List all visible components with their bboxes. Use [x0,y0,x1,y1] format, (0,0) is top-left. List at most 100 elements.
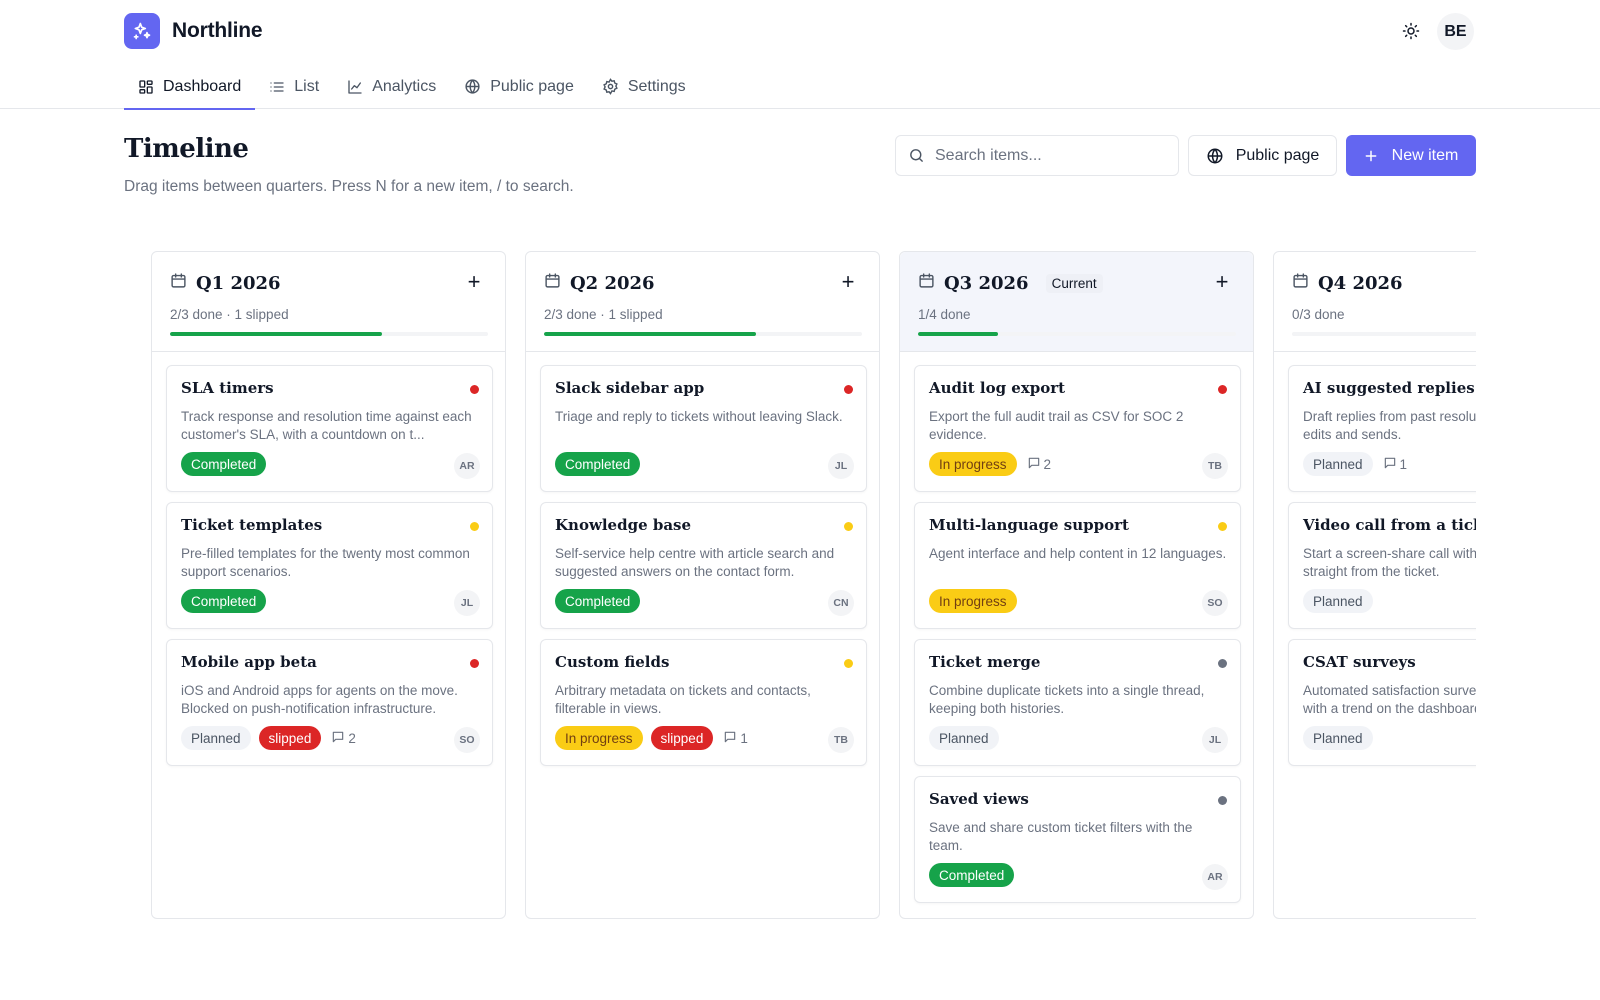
new-item-button[interactable]: New item [1346,135,1476,176]
globe-icon [1207,148,1223,163]
analytics-icon [348,79,362,94]
priority-dot [470,385,479,394]
app-header: Northline BE Dashboard List Analytics Pu… [0,0,1600,110]
card-title: Saved views [929,790,1029,808]
tab-label: Dashboard [163,77,242,95]
tab-settings[interactable]: Settings [588,64,700,109]
comment-icon [331,730,345,747]
calendar-icon [170,272,187,294]
card-title: Ticket templates [181,516,323,534]
add-item-plus-icon[interactable]: + [463,269,485,294]
timeline-board: Q1 2026 +2/3 done · 1 slipped SLA timers Tr… [151,251,1476,921]
comment-icon [723,730,737,747]
column-title-row: Q3 2026 Current [918,272,1103,294]
roadmap-card[interactable]: Custom fields Arbitrary metadata on ticke… [540,639,867,766]
search-icon [910,149,923,162]
comment-count: 2 [331,730,356,747]
status-badge: In progress [929,452,1017,476]
roadmap-card[interactable]: Knowledge base Self-service help centre w… [540,502,867,629]
column-meta: 2/3 done · 1 slipped [170,307,289,322]
page-subtitle: Drag items between quarters. Press N for… [124,178,574,195]
slipped-badge: slipped [258,726,322,750]
status-badge: Completed [929,863,1015,887]
plus-icon [1365,150,1377,161]
globe-icon [465,79,480,94]
quarter-column: Q4 2026+0/3 done AI suggested replies Draf… [1273,251,1476,919]
assignee-avatar: TB [1202,453,1228,479]
priority-dot [844,522,853,531]
card-footer: Completed [555,452,641,476]
roadmap-card[interactable]: Ticket merge Combine duplicate tickets in… [914,639,1241,766]
card-description: Triage and reply to tickets without leav… [555,409,843,424]
card-title: CSAT surveys [1303,653,1416,671]
calendar-icon [1292,272,1309,294]
comment-count-value: 1 [1399,456,1408,472]
quarter-column: Q2 2026 +2/3 done · 1 slipped Slack sideba… [525,251,880,919]
comment-icon [1027,456,1041,473]
brand[interactable]: Northline [124,13,263,49]
tab-label: Settings [627,77,686,95]
tab-label: Public page [490,77,574,95]
card-description: Agent interface and help content in 12 l… [929,546,1227,561]
tab-dashboard[interactable]: Dashboard [124,64,256,110]
card-footer: In progress slipped 1 [555,726,748,750]
assignee-avatar: CN [828,590,854,616]
assignee-avatar: JL [1202,727,1228,753]
column-title-row: Q1 2026 [170,272,281,294]
priority-dot [844,659,853,668]
card-footer: Planned [1303,726,1373,750]
comment-count: 2 [1027,456,1051,473]
priority-dot [470,659,479,668]
card-footer: Completed [929,863,1015,887]
assignee-avatar: TB [828,727,854,753]
column-meta: 0/3 done [1292,307,1345,322]
roadmap-card[interactable]: SLA timers Track response and resolution … [166,365,493,492]
roadmap-card[interactable]: AI suggested replies Draft replies from p… [1288,365,1476,492]
tab-analytics[interactable]: Analytics [333,64,450,109]
progress-bar [918,332,1236,336]
user-avatar[interactable]: BE [1437,13,1474,50]
card-title: Mobile app beta [181,653,317,671]
theme-toggle-sun-icon[interactable] [1396,16,1426,46]
add-item-plus-icon[interactable]: + [1211,269,1233,294]
dashboard-icon [139,79,153,94]
progress-fill [544,332,757,336]
roadmap-card[interactable]: Saved views Save and share custom ticket … [914,776,1241,903]
priority-dot [1218,659,1227,668]
status-badge: Planned [1303,726,1373,750]
card-title: Video call from a ticket [1303,516,1476,534]
column-header: Q4 2026+0/3 done [1274,252,1476,352]
roadmap-card[interactable]: Ticket templates Pre-filled templates for… [166,502,493,629]
card-footer: Planned 1 [1303,452,1407,476]
roadmap-card[interactable]: Video call from a ticket Start a screen-s… [1288,502,1476,629]
status-badge: Completed [555,589,641,613]
card-description: Export the full audit trail as CSV for S… [929,409,1184,442]
status-badge: Planned [1303,452,1373,476]
new-item-label: New item [1391,146,1459,164]
priority-dot [1218,796,1227,805]
search-box[interactable] [895,135,1179,176]
priority-dot [470,522,479,531]
assignee-avatar: AR [1202,864,1228,890]
roadmap-card[interactable]: Multi-language support Agent interface an… [914,502,1241,629]
quarter-column: Q1 2026 +2/3 done · 1 slipped SLA timers Tr… [151,251,506,919]
status-badge: Planned [1303,589,1373,613]
tab-list[interactable]: List [255,64,333,109]
card-description: Draft replies from past resolutions that… [1303,409,1476,442]
progress-fill [170,332,383,336]
quarter-column: Q3 2026 Current +1/4 done Audit log export E… [899,251,1254,919]
search-input[interactable] [935,146,1165,165]
roadmap-card[interactable]: Audit log export Export the full audit tr… [914,365,1241,492]
roadmap-card[interactable]: CSAT surveys Automated satisfaction surve… [1288,639,1476,766]
status-badge: Completed [555,452,641,476]
tab-label: Analytics [372,77,437,95]
tab-public-page[interactable]: Public page [450,64,588,109]
main-nav: Dashboard List Analytics Public page Set… [124,64,700,110]
public-page-button[interactable]: Public page [1188,135,1337,176]
card-title: AI suggested replies [1303,379,1475,397]
roadmap-card[interactable]: Slack sidebar app Triage and reply to tic… [540,365,867,492]
roadmap-card[interactable]: Mobile app beta iOS and Android apps for … [166,639,493,766]
status-badge: Planned [181,726,251,750]
add-item-plus-icon[interactable]: + [837,269,859,294]
calendar-icon [544,272,561,294]
